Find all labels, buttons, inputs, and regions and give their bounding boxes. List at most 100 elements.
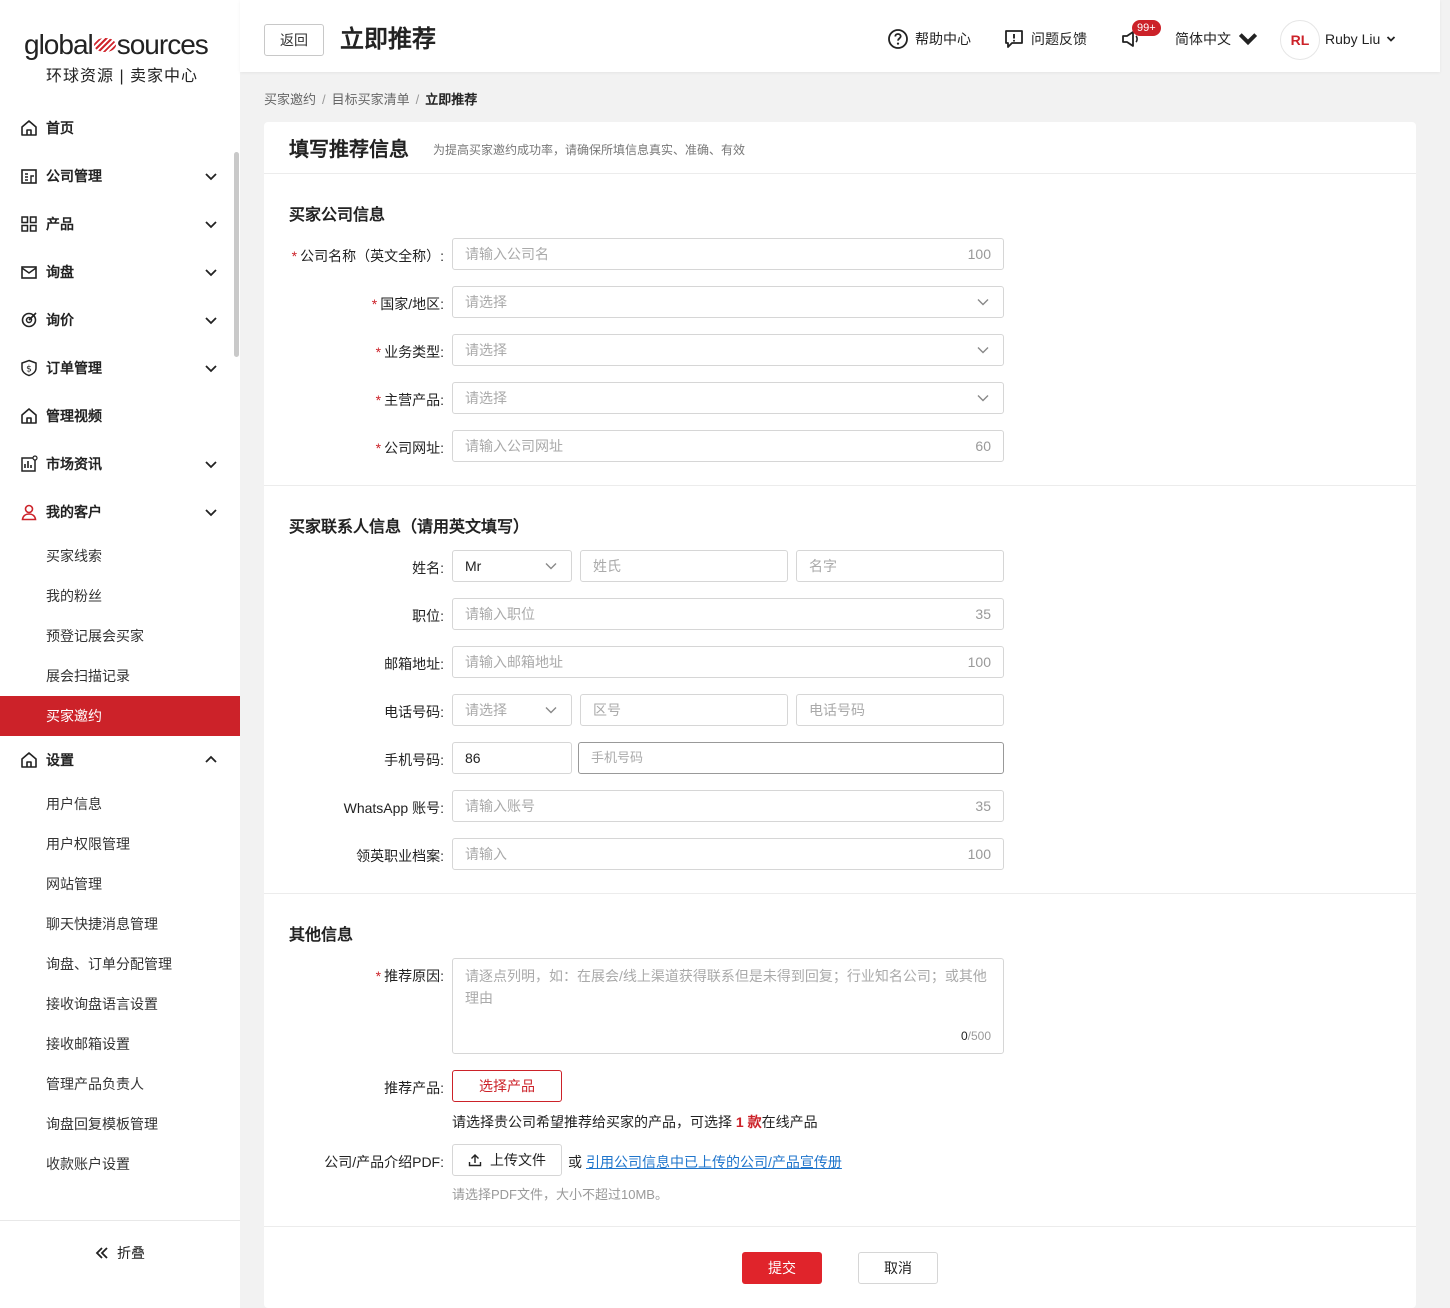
question-circle-icon [888, 29, 908, 49]
submit-button[interactable]: 提交 [742, 1252, 822, 1284]
or-text: 或 [568, 1154, 582, 1170]
global-sources-logo[interactable]: global sources 环球资源 | 卖家中心 [24, 30, 224, 86]
feedback-icon [1005, 30, 1023, 48]
pdf-label: 公司/产品介绍PDF: [324, 1154, 444, 1170]
feedback-link[interactable]: 问题反馈 [1003, 28, 1087, 50]
chevron-down-icon [977, 395, 989, 402]
select-products-button[interactable]: 选择产品 [452, 1070, 562, 1102]
sidebar-subitem-email-settings[interactable]: 接收邮箱设置 [0, 1024, 240, 1064]
sidebar-subitem-quick-messages[interactable]: 聊天快捷消息管理 [0, 904, 240, 944]
collapse-label: 折叠 [117, 1244, 145, 1261]
sidebar-subitem-buyer-leads[interactable]: 买家线索 [0, 536, 240, 576]
chevron-down-icon [977, 347, 989, 354]
char-limit: 100 [967, 246, 991, 262]
top-header: 返回 立即推荐 帮助中心 问题反馈 99+ 简体中文 RL Ruby Liu [240, 0, 1440, 72]
footer-divider [264, 1226, 1416, 1227]
sidebar-subitem-website[interactable]: 网站管理 [0, 864, 240, 904]
sidebar-subitem-assignment[interactable]: 询盘、订单分配管理 [0, 944, 240, 984]
whatsapp-input[interactable]: 请输入账号 35 [452, 790, 1004, 822]
username-label: Ruby Liu [1325, 31, 1381, 47]
breadcrumb-link-invitation[interactable]: 买家邀约 [264, 92, 316, 107]
salutation-select[interactable]: Mr [452, 550, 572, 582]
website-label: * 公司网址: [375, 440, 444, 456]
linkedin-row: 领英职业档案: 请输入 100 [264, 838, 1416, 870]
language-selector[interactable]: 简体中文 [1175, 28, 1265, 50]
sidebar-item-label: 询盘 [46, 264, 74, 280]
mobile-number-input[interactable]: 手机号码 [578, 742, 1004, 774]
sidebar-item-label: 订单管理 [46, 360, 102, 376]
collapse-sidebar-button[interactable]: 折叠 [0, 1220, 240, 1284]
sidebar-item-rfq[interactable]: 询价 [0, 296, 240, 344]
breadcrumb-link-target-buyers[interactable]: 目标买家清单 [332, 92, 410, 107]
use-uploaded-brochure-link[interactable]: 引用公司信息中已上传的公司/产品宣传册 [586, 1152, 842, 1172]
sidebar-subitem-user-info[interactable]: 用户信息 [0, 784, 240, 824]
main-products-select[interactable]: 请选择 [452, 382, 1004, 414]
sidebar-item-settings[interactable]: 设置 [0, 736, 240, 784]
mail-icon [20, 263, 38, 281]
website-input[interactable]: 请输入公司网址 60 [452, 430, 1004, 462]
chevron-down-icon [977, 299, 989, 306]
cancel-button[interactable]: 取消 [858, 1252, 938, 1284]
sidebar-subitem-user-permissions[interactable]: 用户权限管理 [0, 824, 240, 864]
sidebar-subitem-scan-records[interactable]: 展会扫描记录 [0, 656, 240, 696]
chevron-down-icon [205, 461, 217, 469]
sidebar-item-label: 设置 [46, 752, 74, 768]
business-type-label: * 业务类型: [375, 344, 444, 360]
sidebar-item-label: 首页 [46, 120, 74, 136]
help-center-link[interactable]: 帮助中心 [887, 28, 971, 50]
last-name-input[interactable]: 姓氏 [580, 550, 788, 582]
sidebar-subitem-buyer-invitation[interactable]: 买家邀约 [0, 696, 240, 736]
company-icon [20, 167, 38, 185]
sidebar-subitem-payment-account[interactable]: 收款账户设置 [0, 1144, 240, 1184]
sidebar-subitem-product-owner[interactable]: 管理产品负责人 [0, 1064, 240, 1104]
other-section-title: 其他信息 [289, 927, 354, 944]
sidebar-subitem-preregistered-buyers[interactable]: 预登记展会买家 [0, 616, 240, 656]
company-name-input[interactable]: 请输入公司名 100 [452, 238, 1004, 270]
email-input[interactable]: 请输入邮箱地址 100 [452, 646, 1004, 678]
chevron-down-icon [545, 707, 557, 714]
form-header: 填写推荐信息 为提高买家邀约成功率，请确保所填信息真实、准确、有效 [264, 122, 1416, 174]
sidebar-item-inquiry[interactable]: 询盘 [0, 248, 240, 296]
home-icon [20, 119, 38, 137]
sidebar-item-company[interactable]: 公司管理 [0, 152, 240, 200]
sidebar-item-home[interactable]: 首页 [0, 104, 240, 152]
mobile-code-input[interactable]: 86 [452, 742, 572, 774]
upload-file-button[interactable]: 上传文件 [452, 1144, 562, 1176]
linkedin-input[interactable]: 请输入 100 [452, 838, 1004, 870]
double-chevron-left-icon [95, 1246, 108, 1259]
sidebar-item-label: 询价 [46, 312, 74, 328]
user-menu[interactable]: Ruby Liu [1325, 31, 1396, 47]
first-name-input[interactable]: 名字 [796, 550, 1004, 582]
country-label: * 国家/地区: [371, 296, 444, 312]
sidebar-subitem-reply-templates[interactable]: 询盘回复模板管理 [0, 1104, 240, 1144]
sidebar-item-label: 我的客户 [46, 504, 102, 520]
chevron-down-icon [205, 173, 217, 181]
back-button[interactable]: 返回 [264, 24, 324, 56]
char-limit: 100 [967, 654, 991, 670]
user-icon [20, 503, 38, 521]
sidebar-item-market[interactable]: 市场资讯 [0, 440, 240, 488]
sidebar-nav: 首页 公司管理 产品 询盘 询价 $ 订单管理 管理视频 市场资讯 我的客户 买… [0, 104, 240, 1184]
sidebar-subitem-fans[interactable]: 我的粉丝 [0, 576, 240, 616]
phone-country-select[interactable]: 请选择 [452, 694, 572, 726]
avatar[interactable]: RL [1280, 20, 1320, 60]
sidebar-item-videos[interactable]: 管理视频 [0, 392, 240, 440]
sidebar-subitem-inquiry-language[interactable]: 接收询盘语言设置 [0, 984, 240, 1024]
help-center-label: 帮助中心 [915, 31, 971, 47]
linkedin-label: 领英职业档案: [356, 848, 444, 864]
phone-label: 电话号码: [384, 704, 444, 720]
reason-textarea[interactable]: 请逐点列明，如：在展会/线上渠道获得联系但是未得到回复；行业知名公司；或其他理由… [452, 958, 1004, 1054]
area-code-input[interactable]: 区号 [580, 694, 788, 726]
position-input[interactable]: 请输入职位 35 [452, 598, 1004, 630]
sidebar-item-orders[interactable]: $ 订单管理 [0, 344, 240, 392]
business-type-select[interactable]: 请选择 [452, 334, 1004, 366]
chevron-down-icon [205, 269, 217, 277]
reason-row: * 推荐原因: 请逐点列明，如：在展会/线上渠道获得联系但是未得到回复；行业知名公… [264, 958, 1416, 1054]
sidebar-item-products[interactable]: 产品 [0, 200, 240, 248]
country-select[interactable]: 请选择 [452, 286, 1004, 318]
phone-number-input[interactable]: 电话号码 [796, 694, 1004, 726]
chevron-down-icon [205, 317, 217, 325]
logo-text-right: sources [116, 29, 209, 60]
form-hint: 为提高买家邀约成功率，请确保所填信息真实、准确、有效 [433, 143, 746, 157]
sidebar-item-customers[interactable]: 我的客户 [0, 488, 240, 536]
